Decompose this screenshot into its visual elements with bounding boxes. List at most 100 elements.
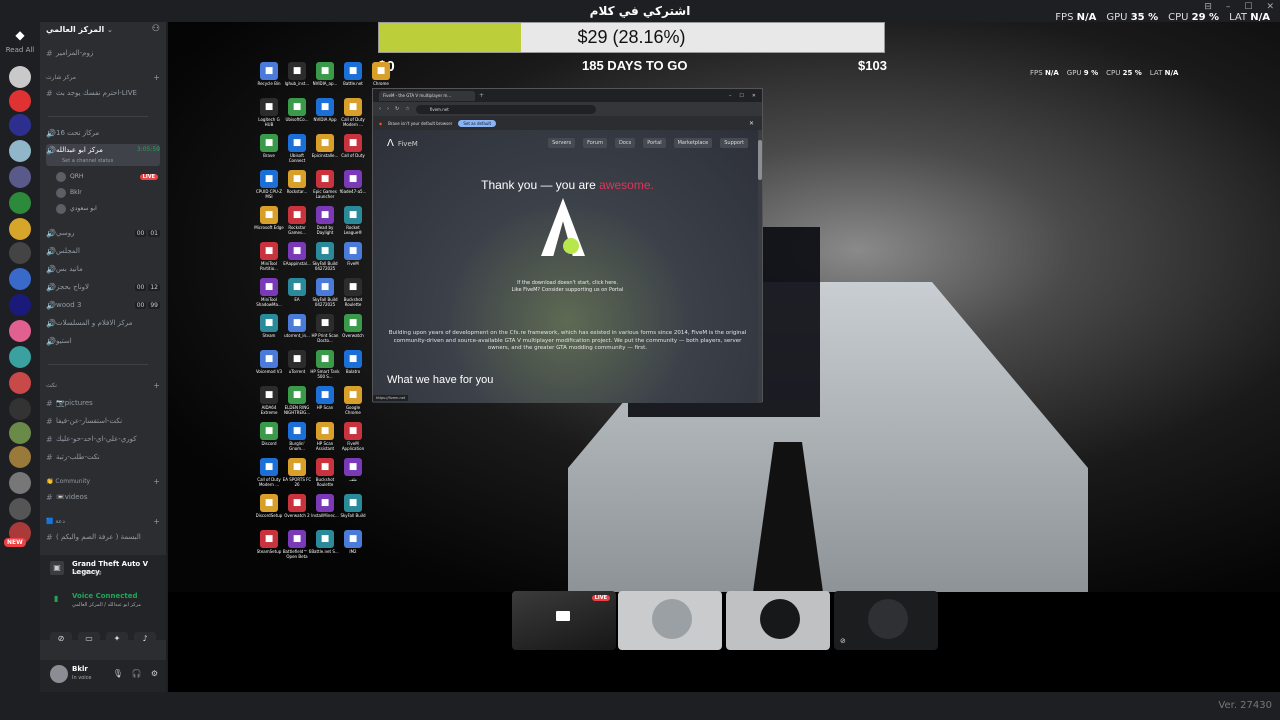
back-icon[interactable]: ‹ (379, 106, 381, 112)
desktop-icon[interactable]: ■ Battlefield™ 6 Open Beta (282, 530, 312, 559)
desktop-icon[interactable]: ■ NVIDIA App (310, 98, 340, 123)
browser-tab[interactable]: FiveM - the GTA V multiplayer m... (379, 90, 475, 101)
url-field[interactable]: fivem.net (415, 104, 596, 114)
browser-window[interactable]: FiveM - the GTA V multiplayer m... + – ☐… (372, 88, 763, 403)
channel-row[interactable]: # 📷pictures (46, 396, 160, 410)
desktop-icon[interactable]: ■ Voicemod V3 (254, 350, 284, 375)
signal-icon[interactable]: ▮ (54, 594, 58, 603)
add-channel-icon[interactable]: + (153, 73, 160, 82)
channel-row[interactable]: # زوم-المزامير (46, 46, 160, 60)
bookmark-icon[interactable]: ☆ (405, 106, 409, 112)
desktop-icon[interactable]: ■ Chrome (366, 62, 396, 87)
category-header[interactable]: 🟦 دعة + (46, 514, 160, 528)
desktop-icon[interactable]: ■ HP Scan Assistant (310, 422, 340, 451)
new-tab-icon[interactable]: + (479, 92, 484, 99)
desktop-icon[interactable]: ■ SkyFall Build (338, 494, 368, 519)
voice-channel-row[interactable]: 🔊 استيو (46, 334, 160, 348)
voice-channel-path[interactable]: مركز ابو عبدالله / المركز العالمي (72, 602, 141, 608)
nav-servers[interactable]: Servers (548, 138, 576, 148)
desktop-icon[interactable]: ■ SkyFall Build 04272025 (310, 278, 340, 307)
microphone-icon[interactable]: 🎙 (113, 669, 123, 678)
desktop-icon[interactable]: ■ Rockstar Games... (282, 206, 312, 235)
minimize-icon[interactable]: – (729, 93, 732, 99)
server-icon[interactable] (9, 90, 31, 112)
gear-icon[interactable]: ⚙ (151, 669, 158, 678)
desktop-icon[interactable]: ■ Epicinstalle... (310, 134, 340, 159)
maximize-icon[interactable]: ☐ (739, 93, 743, 99)
desktop-icon[interactable]: ■ Steam (254, 314, 284, 339)
participant-tile[interactable]: ⊘ (834, 591, 938, 650)
server-icon[interactable] (9, 294, 31, 316)
desktop-icon[interactable]: ■ ملف (338, 458, 368, 483)
desktop-icon[interactable]: ■ FiveM Application (338, 422, 368, 451)
desktop-icon[interactable]: ■ UbisoftCo... (282, 98, 312, 123)
category-header[interactable]: نكت + (46, 378, 160, 392)
desktop-icon[interactable]: ■ Overwatch (338, 314, 368, 339)
voice-user[interactable]: ابو سعودي (56, 202, 97, 215)
desktop-icon[interactable]: ■ EAappinstal... (282, 242, 312, 267)
server-icon[interactable] (9, 114, 31, 136)
desktop-icon[interactable]: ■ Call of Duty Modern ... (254, 458, 284, 487)
voice-channel-row[interactable]: 🔊 مانيد بس (46, 262, 160, 276)
server-icon[interactable] (9, 140, 31, 162)
activities-icon[interactable]: ✦ (106, 632, 128, 646)
server-icon[interactable] (9, 498, 31, 520)
desktop-icon[interactable]: ■ MiniTool ShadowMa... (254, 278, 284, 307)
server-icon[interactable] (9, 268, 31, 290)
participant-tile[interactable]: LIVE (512, 591, 616, 650)
channel-row[interactable]: # نكت-طلب-رتبة (46, 450, 160, 464)
desktop-icon[interactable]: ■ Epic Games Launcher (310, 170, 340, 199)
desktop-icon[interactable]: ■ Buckshot Roulette (338, 278, 368, 307)
desktop-icon[interactable]: ■ DiscordSetup (254, 494, 284, 519)
server-icon[interactable] (9, 192, 31, 214)
desktop-icon[interactable]: ■ AIDA64 Extreme (254, 386, 284, 415)
voice-channel-row[interactable]: 🔊 لاوناج بحجز 00 12 (46, 280, 160, 294)
headphones-icon[interactable]: 🎧 (132, 669, 142, 678)
channel-row[interactable]: # احترم نفسك يوجد بث-LIVE (46, 86, 160, 100)
desktop-icon[interactable]: ■ Call of Duty (338, 134, 368, 159)
desktop-icon[interactable]: ■ ELDEN RING NIGHTREIG... (282, 386, 312, 415)
voice-user[interactable]: Bklr (56, 186, 82, 199)
channel-row[interactable]: # كوري-علي-اي-احد-حو-عليك (46, 432, 160, 446)
server-icon[interactable] (9, 422, 31, 444)
desktop-icon[interactable]: ■ FiveM (338, 242, 368, 267)
desktop-icon[interactable]: ■ Discord (254, 422, 284, 447)
server-icon[interactable] (9, 66, 31, 88)
scrollbar-thumb[interactable] (758, 140, 762, 180)
inbox-icon[interactable]: ⊟ (1204, 2, 1212, 12)
close-icon[interactable]: ✕ (752, 93, 756, 99)
desktop-icon[interactable]: ■ HP Print Scan Docto... (310, 314, 340, 343)
nav-marketplace[interactable]: Marketplace (673, 138, 713, 148)
desktop-icon[interactable]: ■ Ubisoft Connect (282, 134, 312, 163)
page-scrollbar[interactable] (758, 130, 762, 403)
add-channel-icon[interactable]: + (153, 381, 160, 390)
desktop-icon[interactable]: ■ CPUID CPU-Z MSI (254, 170, 284, 199)
add-channel-icon[interactable]: + (153, 477, 160, 486)
desktop-icon[interactable]: ■ utorrent_in... (282, 314, 312, 339)
voice-channel-row[interactable]: 🔊 wood 3 00 99 (46, 298, 160, 312)
nav-portal[interactable]: Portal (643, 138, 666, 148)
desktop-icon[interactable]: ■ SkyFall Build 04272025 (310, 242, 340, 271)
server-icon[interactable] (9, 446, 31, 468)
desktop-icon[interactable]: ■ Rocket League® (338, 206, 368, 235)
desktop-icon[interactable]: ■ uTorrent (282, 350, 312, 375)
discord-home-icon[interactable]: ◆ (10, 28, 30, 42)
channel-status[interactable]: Set a channel status (62, 158, 113, 164)
desktop-icon[interactable]: ■ Logitech G HUB (254, 98, 284, 127)
desktop-icon[interactable]: ■ NVIDIA_ap... (310, 62, 340, 87)
server-icon[interactable] (9, 372, 31, 394)
voice-user[interactable]: QRH LIVE (56, 170, 158, 183)
desktop-icon[interactable]: ■ Buckshot Roulette (310, 458, 340, 487)
soundboard-icon[interactable]: ♪ (134, 632, 156, 646)
desktop-icon[interactable]: ■ Balatro (338, 350, 368, 375)
category-header[interactable]: مركز شارت + (46, 70, 160, 84)
participant-tile[interactable] (618, 591, 722, 650)
channel-row[interactable]: # البسمة ( عرفة الصم والبكم ) (46, 530, 160, 544)
desktop-icon[interactable]: ■ SteamSetup (254, 530, 284, 555)
server-name-header[interactable]: المركز العالمي ⌄ (46, 25, 113, 34)
server-icon[interactable] (9, 242, 31, 264)
desktop-icon[interactable]: ■ HP Scan (310, 386, 340, 411)
voice-channel-row[interactable]: 🔊 مركز الافلام و المسلسلات (46, 316, 160, 330)
channel-row[interactable]: # نكت-استفسار-عن-فيفا (46, 414, 160, 428)
category-header[interactable]: 👏 Community + (46, 474, 160, 488)
